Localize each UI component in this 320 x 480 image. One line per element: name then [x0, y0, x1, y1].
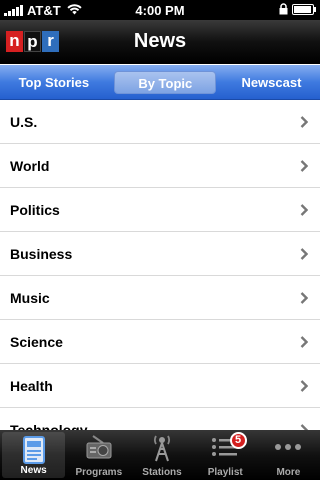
segmented-control: Top Stories By Topic Newscast [0, 65, 320, 100]
list-item-music[interactable]: Music [0, 276, 320, 320]
list-item-technology[interactable]: Technology [0, 408, 320, 430]
tab-label: News [20, 465, 47, 476]
lock-icon [279, 3, 288, 18]
tab-top-stories[interactable]: Top Stories [7, 71, 102, 94]
chevron-right-icon [300, 380, 308, 392]
tab-newscast[interactable]: Newscast [229, 71, 313, 94]
page-title: News [133, 30, 187, 52]
tab-label: Programs [75, 467, 123, 478]
chevron-right-icon [300, 248, 308, 260]
chevron-right-icon [300, 116, 308, 128]
tab-label: Playlist [207, 467, 243, 478]
playlist-count-badge: 5 [229, 432, 247, 449]
chevron-right-icon [300, 292, 308, 304]
list-item-label: World [10, 158, 50, 174]
tab-stations[interactable]: Stations [130, 430, 193, 480]
list-item-label: Health [10, 378, 53, 394]
tab-label: Stations [142, 467, 182, 478]
more-icon [273, 434, 303, 463]
tab-more[interactable]: More [257, 430, 320, 480]
tower-icon [150, 434, 174, 465]
list-item-label: Music [10, 290, 50, 306]
topic-list: U.S. World Politics Business Music Scien… [0, 100, 320, 430]
battery-icon [292, 4, 316, 15]
tab-bar: News Programs Stations 5 Playlist More [0, 430, 320, 480]
navigation-bar: n p r News [0, 20, 320, 64]
chevron-right-icon [300, 336, 308, 348]
list-item-label: Politics [10, 202, 60, 218]
list-item-us[interactable]: U.S. [0, 100, 320, 144]
tab-label: More [276, 467, 301, 478]
list-item-world[interactable]: World [0, 144, 320, 188]
list-item-health[interactable]: Health [0, 364, 320, 408]
news-icon [22, 436, 46, 467]
list-item-label: Technology [10, 422, 88, 430]
tab-news[interactable]: News [2, 432, 66, 478]
radio-icon [85, 434, 113, 463]
chevron-right-icon [300, 204, 308, 216]
tab-by-topic[interactable]: By Topic [114, 70, 217, 94]
tab-programs[interactable]: Programs [67, 430, 130, 480]
tab-playlist[interactable]: 5 Playlist [194, 430, 257, 480]
list-item-politics[interactable]: Politics [0, 188, 320, 232]
list-item-label: Business [10, 246, 73, 262]
list-item-business[interactable]: Business [0, 232, 320, 276]
clock: 4:00 PM [135, 3, 185, 18]
list-item-science[interactable]: Science [0, 320, 320, 364]
list-item-label: Science [10, 334, 63, 350]
chevron-right-icon [300, 160, 308, 172]
status-bar: AT&T 4:00 PM [0, 0, 320, 20]
list-item-label: U.S. [10, 114, 38, 130]
